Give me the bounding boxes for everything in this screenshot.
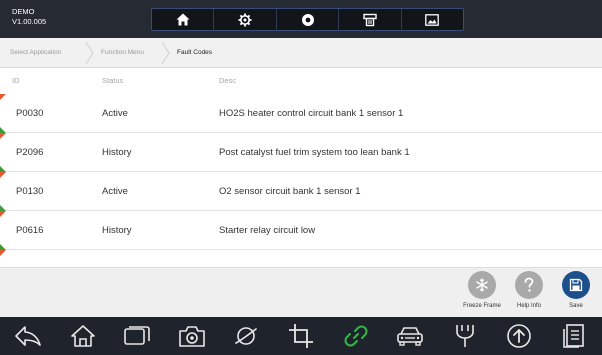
nav-car-button[interactable] (390, 319, 430, 353)
action-bar: Freeze Frame Help Info Save (0, 267, 602, 317)
status-flag-icon (0, 172, 6, 178)
table-header: ID Status Desc (0, 68, 602, 94)
fault-code-status: History (102, 147, 132, 158)
fault-code-id: P0130 (16, 186, 44, 197)
status-flag-icon (0, 211, 6, 217)
save-label: Save (569, 303, 583, 309)
table-row[interactable]: P2096 History Post catalyst fuel trim sy… (0, 133, 602, 172)
question-icon (524, 277, 534, 292)
car-icon (397, 327, 423, 346)
breadcrumb-separator-icon (161, 41, 170, 65)
record-icon (301, 13, 314, 26)
printer-icon (363, 13, 377, 26)
fault-code-id: P0616 (16, 225, 44, 236)
vci-icon (455, 325, 474, 347)
table-row[interactable]: P0130 Active O2 sensor circuit bank 1 se… (0, 172, 602, 211)
column-header-id: ID (12, 76, 20, 85)
top-bar: DEMO V1.00.005 (0, 0, 602, 38)
report-icon (563, 324, 584, 348)
nav-crop-button[interactable] (281, 319, 321, 353)
freeze-frame-circle (468, 271, 496, 299)
home-icon (70, 325, 95, 347)
freeze-frame-label: Freeze Frame (463, 303, 501, 309)
table-row[interactable]: P0030 Active HO2S heater control circuit… (0, 94, 602, 133)
save-circle (562, 271, 590, 299)
fault-code-id: P2096 (16, 147, 44, 158)
fault-code-desc: O2 sensor circuit bank 1 sensor 1 (219, 186, 361, 197)
toolbar-record-button[interactable] (277, 9, 340, 30)
app-version: V1.00.005 (12, 17, 47, 26)
nav-link-button[interactable] (336, 319, 376, 353)
image-icon (425, 13, 440, 26)
home-icon (176, 13, 190, 26)
fault-code-status: History (102, 225, 132, 236)
breadcrumb-fault-codes: Fault Codes (177, 49, 213, 56)
bottom-navbar (0, 317, 602, 355)
nav-vci-button[interactable] (445, 319, 485, 353)
nav-back-button[interactable] (8, 319, 48, 353)
breadcrumb-function-menu[interactable]: Function Menu (101, 38, 144, 68)
breadcrumb: Select Application Function Menu Fault C… (0, 38, 602, 68)
help-info-circle (515, 271, 543, 299)
table-filler (0, 250, 602, 267)
crop-icon (288, 324, 313, 348)
fault-code-desc: Post catalyst fuel trim system too lean … (219, 147, 410, 158)
fault-code-desc: Starter relay circuit low (219, 225, 316, 236)
status-flag-icon (0, 94, 6, 100)
column-header-desc: Desc (219, 76, 237, 85)
app-info: DEMO V1.00.005 (12, 7, 46, 27)
nav-recent-apps-button[interactable] (117, 319, 157, 353)
toolbar (151, 8, 464, 31)
browser-icon (235, 327, 258, 345)
help-info-button[interactable]: Help Info (509, 271, 549, 309)
gear-icon (238, 13, 252, 26)
upload-icon (507, 324, 532, 348)
nav-browser-button[interactable] (226, 319, 266, 353)
fault-code-status: Active (102, 108, 128, 119)
camera-icon (178, 326, 205, 347)
nav-home-button[interactable] (63, 319, 103, 353)
breadcrumb-separator-icon (85, 41, 94, 65)
save-button[interactable]: Save (556, 271, 596, 309)
nav-upload-button[interactable] (499, 319, 539, 353)
app-name: DEMO (12, 7, 35, 16)
column-header-status: Status (102, 76, 124, 85)
fault-code-id: P0030 (16, 108, 44, 119)
fault-code-status: Active (102, 186, 128, 197)
toolbar-print-button[interactable] (339, 9, 402, 30)
toolbar-screenshot-button[interactable] (402, 9, 463, 30)
table-row[interactable]: P0616 History Starter relay circuit low (0, 211, 602, 250)
link-icon (344, 325, 368, 347)
back-icon (15, 326, 41, 346)
recent-apps-icon (124, 326, 150, 345)
help-info-label: Help Info (516, 303, 541, 309)
snowflake-icon (476, 278, 488, 292)
toolbar-settings-button[interactable] (214, 9, 277, 30)
toolbar-home-button[interactable] (152, 9, 215, 30)
nav-camera-button[interactable] (172, 319, 212, 353)
status-flag-icon (0, 250, 6, 256)
freeze-frame-button[interactable]: Freeze Frame (462, 271, 502, 309)
status-flag-icon (0, 133, 6, 139)
breadcrumb-select-application[interactable]: Select Application (10, 38, 61, 68)
fault-code-desc: HO2S heater control circuit bank 1 senso… (219, 108, 404, 119)
nav-report-button[interactable] (554, 319, 594, 353)
save-icon (569, 278, 583, 292)
